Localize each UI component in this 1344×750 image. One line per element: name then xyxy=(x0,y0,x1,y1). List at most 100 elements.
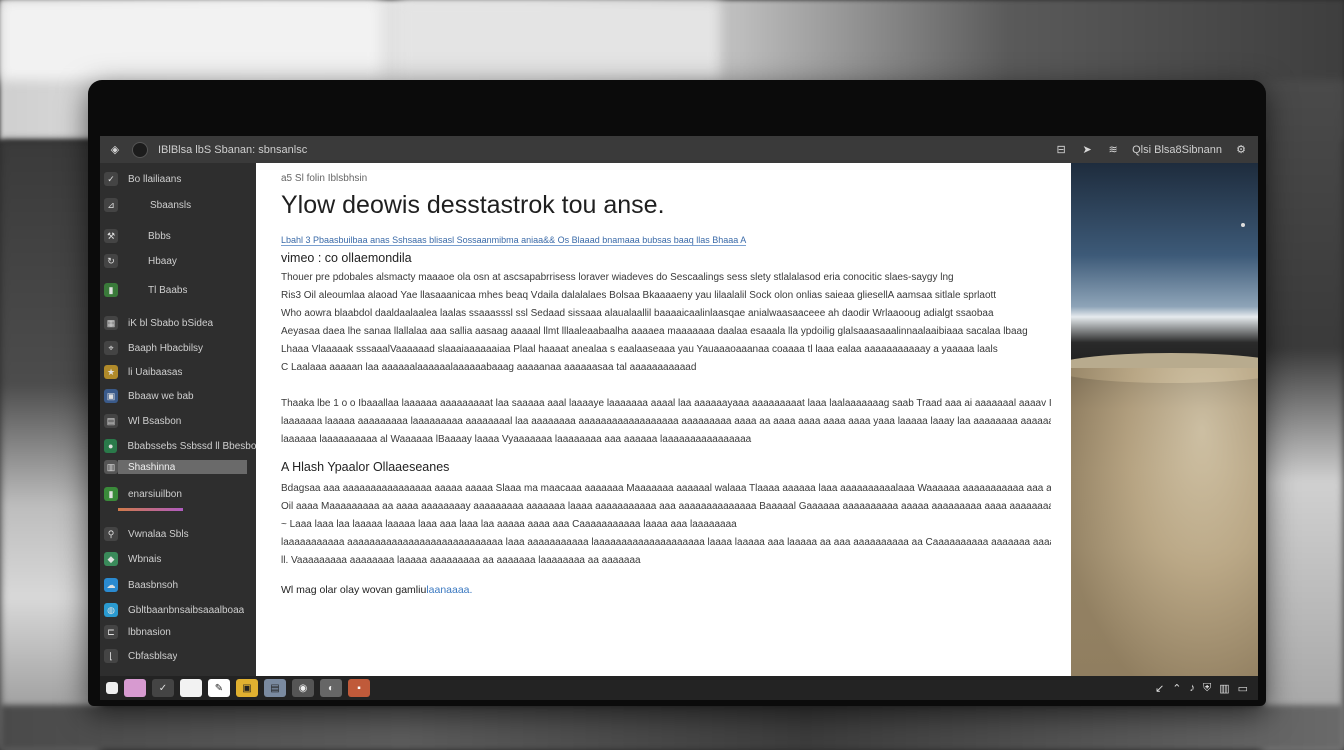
sidebar-item-6[interactable]: ⌖ Baaph Hbacbilsy xyxy=(100,339,256,357)
grid-icon: ▦ xyxy=(104,316,118,330)
sidebar-item-9[interactable]: ▤ Wl Bsasbon xyxy=(100,412,256,430)
sidebar-item-18[interactable]: ⌊ Cbfasblsay xyxy=(100,647,256,665)
sidebar-item-1[interactable]: ⊿ Sbaansls xyxy=(100,196,256,214)
wifi-icon[interactable]: ≋ xyxy=(1106,143,1120,157)
settings-icon[interactable]: ⚙ xyxy=(1234,143,1248,157)
volume-icon[interactable]: ♪ xyxy=(1189,682,1195,694)
text-line: Aeyasaa daea lhe sanaa llallalaa aaa sal… xyxy=(281,326,1028,337)
check-icon: ✓ xyxy=(104,172,118,186)
closing-link[interactable]: laanaaaa. xyxy=(426,584,472,596)
sidebar-item-label: Tl Baabs xyxy=(148,284,188,296)
sidebar-item-14[interactable]: ◆ Wbnais xyxy=(100,550,256,568)
network-icon[interactable]: ⌃ xyxy=(1172,682,1181,695)
sidebar-item-label: Bbabssebs Ssbssd ll Bbesbos xyxy=(127,440,256,452)
app-icon-8[interactable]: ◐ xyxy=(320,679,342,697)
app-icon-6[interactable]: ▤ xyxy=(264,679,286,697)
sidebar-item-label: iK bl Sbabo bSidea xyxy=(128,317,214,329)
cube-icon: ◆ xyxy=(104,552,118,566)
text-line: C Laalaaa aaaaan laa aaaaaalaaaaaalaaaaa… xyxy=(281,362,697,373)
bookmark-icon[interactable]: ⊟ xyxy=(1054,143,1068,157)
desert-photo xyxy=(1071,163,1258,676)
sidebar-item-label: Wbnais xyxy=(128,553,162,565)
sidebar-item-13[interactable]: ⚲ Vwnalaa Sbls xyxy=(100,525,256,543)
note-icon: ▤ xyxy=(104,414,118,428)
account-label[interactable]: Qlsi Blsa8Sibnann xyxy=(1132,144,1222,156)
clock-icon[interactable]: ▥ xyxy=(1219,682,1229,695)
sidebar-item-label: li Uaibaasas xyxy=(128,366,183,378)
sidebar-item-5[interactable]: ▦ iK bl Sbabo bSidea xyxy=(100,314,256,332)
sidebar-item-label: Baasbnsoh xyxy=(128,579,179,591)
text-line: Ris3 Oil aleoumlaa alaoad Yae llasaaanic… xyxy=(281,290,997,301)
paragraph-3: Bdagsaa aaa aaaaaaaaaaaaaaaa aaaaa aaaaa… xyxy=(281,480,1051,570)
app-title-bar: ◈ IBlBlsa lbS Sbanan: sbnsanlsc ⊟ ➤ ≋ Ql… xyxy=(100,136,1258,163)
sidebar-item-label: lbbnasion xyxy=(128,626,171,638)
text-line: ll. Vaaaaaaaaa aaaaaaaa laaaaa aaaaaaaaa… xyxy=(281,555,641,566)
shield-tray-icon[interactable]: ⛨ xyxy=(1203,682,1211,695)
app-icon-1[interactable] xyxy=(124,679,146,697)
sidebar-item-label: Sbaansls xyxy=(150,199,192,211)
sidebar-item-4[interactable]: ▮ Tl Baabs xyxy=(100,281,256,299)
sidebar-item-label: Bbaaw we bab xyxy=(128,390,194,402)
background-window-left xyxy=(0,0,380,80)
sidebar-item-0[interactable]: ✓ Bo llailiaans xyxy=(100,170,256,188)
app-icon-4[interactable]: ✎ xyxy=(208,679,230,697)
background-left xyxy=(0,140,100,750)
send-icon[interactable]: ➤ xyxy=(1080,143,1094,157)
sidebar-item-8[interactable]: ▣ Bbaaw we bab xyxy=(100,387,256,405)
sidebar-item-label: Wl Bsasbon xyxy=(128,415,182,427)
app-icon-7[interactable]: ◉ xyxy=(292,679,314,697)
text-line: ~ Laaa laaa laa laaaaa laaaaa laaa aaa l… xyxy=(281,519,737,530)
sidebar-item-16[interactable]: ◍ Gbltbaanbnsaibsaaalboaa xyxy=(100,601,256,619)
section-heading-2: A Hlash Ypaalor Ollaaeseanes xyxy=(281,460,450,474)
app-logo-icon xyxy=(132,141,148,158)
sidebar-item-7[interactable]: ★ li Uaibaasas xyxy=(100,363,256,381)
tag-icon: ⌖ xyxy=(104,341,118,355)
sand-dune xyxy=(1071,368,1258,676)
sidebar-item-label: Bbbs xyxy=(148,230,171,242)
background-desk xyxy=(0,705,1344,750)
notification-icon[interactable]: ▭ xyxy=(1238,682,1248,695)
text-line: laaaaaaa laaaaa aaaaaaaaa laaaaaaaaa aaa… xyxy=(281,416,1051,427)
shield-icon[interactable]: ◈ xyxy=(108,143,122,157)
sidebar-item-3[interactable]: ↻ Hbaay xyxy=(100,252,256,270)
star-icon: ★ xyxy=(104,365,118,379)
sidebar-item-label: Vwnalaa Sbls xyxy=(128,528,189,540)
background-right xyxy=(1262,80,1344,750)
sidebar-item-11[interactable]: ▥ Shashinna xyxy=(100,458,256,476)
sidebar-item-17[interactable]: ⊏ lbbnasion xyxy=(100,623,256,641)
chevron-icon[interactable]: ↙ xyxy=(1155,682,1164,695)
text-line: Who aowra blaabdol daaldaalaalea laalas … xyxy=(281,308,994,319)
sidebar: ✓ Bo llailiaans ⊿ Sbaansls ⚒ Bbbs ↻ Hbaa… xyxy=(100,163,256,676)
app-icon-9[interactable]: ▪ xyxy=(348,679,370,697)
app-icon-3[interactable] xyxy=(180,679,202,697)
start-icon[interactable] xyxy=(106,682,118,694)
sidebar-progress-bar xyxy=(118,508,183,511)
app-icon-2[interactable]: ✓ xyxy=(152,679,174,697)
sidebar-item-label: Shashinna xyxy=(128,461,176,473)
text-line: Bdagsaa aaa aaaaaaaaaaaaaaaa aaaaa aaaaa… xyxy=(281,483,1051,494)
refresh-icon: ↻ xyxy=(104,254,118,268)
cloud-icon: ☁ xyxy=(104,578,118,592)
sidebar-item-2[interactable]: ⚒ Bbbs xyxy=(100,227,256,245)
document-page: a5 Sl folin Iblsbhsin Ylow deowis dessta… xyxy=(256,163,1071,676)
sidebar-item-label: Gbltbaanbnsaibsaaalboaa xyxy=(128,604,245,616)
window-title: IBlBlsa lbS Sbanan: sbnsanlsc xyxy=(158,143,308,156)
breadcrumb[interactable]: a5 Sl folin Iblsbhsin xyxy=(281,173,367,184)
text-line: Thaaka lbe 1 o o Ibaaallaa laaaaaa aaaaa… xyxy=(281,398,1051,409)
app-icon-5[interactable]: ▣ xyxy=(236,679,258,697)
page-title: Ylow deowis desstastrok tou anse. xyxy=(281,191,665,219)
text-line: Thouer pre pdobales alsmacty maaaoe ola … xyxy=(281,272,954,283)
flag-icon: ⌊ xyxy=(104,649,118,663)
bar-icon: ▮ xyxy=(104,487,118,501)
sidebar-item-15[interactable]: ☁ Baasbnsoh xyxy=(100,576,256,594)
folder-icon: ▮ xyxy=(104,283,118,297)
closing-line: Wl mag olar olay wovan gamliulaanaaaa. xyxy=(281,584,472,596)
box-icon: ▣ xyxy=(104,389,118,403)
pin-icon: ⊿ xyxy=(104,198,118,212)
sidebar-item-10[interactable]: ● Bbabssebs Ssbssd ll Bbesbos xyxy=(100,437,256,455)
bracket-icon: ⊏ xyxy=(104,625,118,639)
sidebar-item-12[interactable]: ▮ enarsiuilbon xyxy=(100,485,256,503)
sidebar-item-label: enarsiuilbon xyxy=(128,488,182,500)
source-link[interactable]: Lbahl 3 Pbaasbuilbaa anas Sshsaas blisas… xyxy=(281,235,747,246)
screen: ◈ IBlBlsa lbS Sbanan: sbnsanlsc ⊟ ➤ ≋ Ql… xyxy=(100,136,1258,700)
